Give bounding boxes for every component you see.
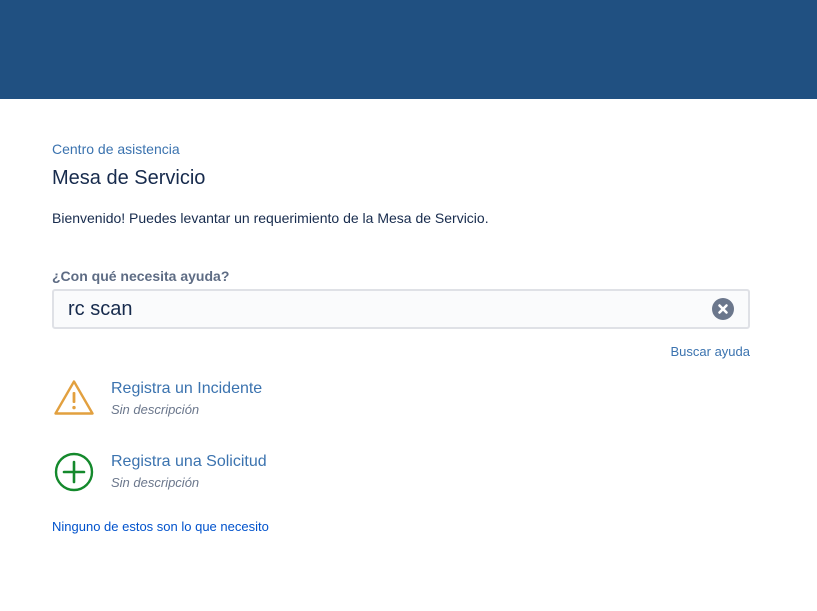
search-help-row: Buscar ayuda: [52, 343, 751, 361]
request-type-text: Registra una Solicitud Sin descripción: [111, 451, 267, 492]
none-of-these-link[interactable]: Ninguno de estos son lo que necesito: [52, 519, 269, 534]
request-type-request[interactable]: Registra una Solicitud Sin descripción: [52, 448, 750, 496]
warning-triangle-icon: [52, 377, 96, 421]
request-type-name[interactable]: Registra una Solicitud: [111, 451, 267, 473]
header-band: [0, 0, 817, 99]
page-title: Mesa de Servicio: [52, 167, 206, 189]
request-type-name[interactable]: Registra un Incidente: [111, 378, 262, 400]
plus-circle-icon: [52, 450, 96, 494]
portal-content: Centro de asistencia Mesa de Servicio Bi…: [52, 140, 750, 536]
clear-icon[interactable]: [712, 298, 734, 320]
request-type-incident[interactable]: Registra un Incidente Sin descripción: [52, 375, 750, 423]
breadcrumb-help-center[interactable]: Centro de asistencia: [52, 140, 180, 158]
request-type-description: Sin descripción: [111, 475, 200, 490]
search-label: ¿Con qué necesita ayuda?: [52, 268, 230, 284]
request-type-text: Registra un Incidente Sin descripción: [111, 378, 262, 419]
request-type-description: Sin descripción: [111, 402, 200, 417]
search-help-link[interactable]: Buscar ayuda: [671, 344, 751, 359]
search-box: [52, 289, 750, 329]
welcome-message: Bienvenido! Puedes levantar un requerimi…: [52, 210, 489, 226]
search-input[interactable]: [52, 289, 750, 329]
none-link-row: Ninguno de estos son lo que necesito: [52, 518, 750, 536]
